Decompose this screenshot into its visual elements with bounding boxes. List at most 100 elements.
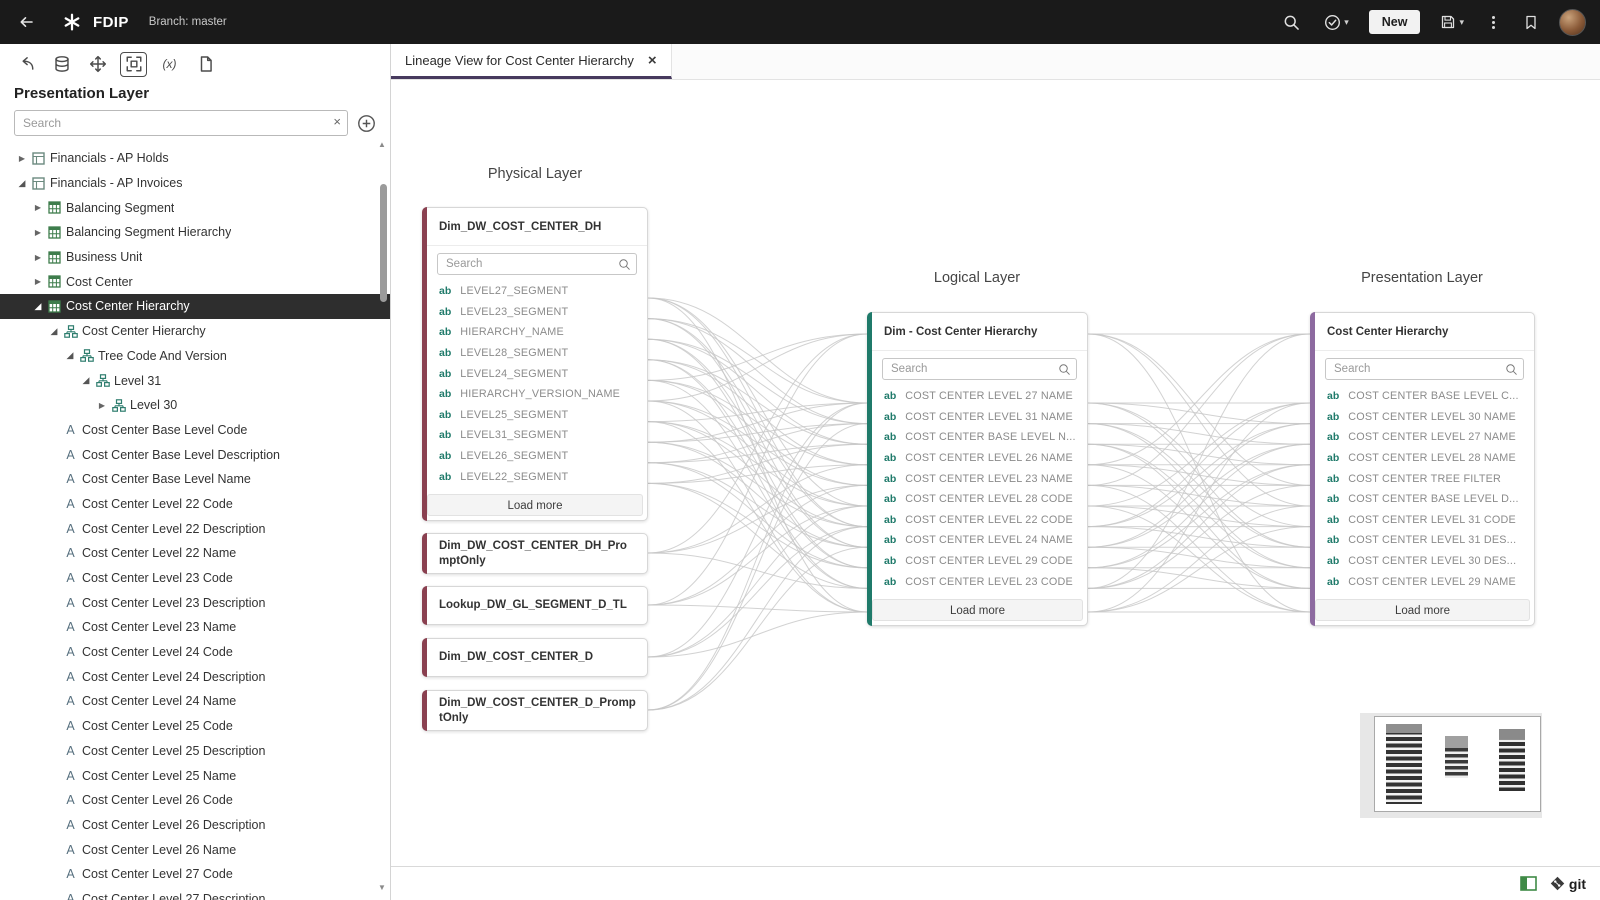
tree-item[interactable]: ACost Center Base Level Name (0, 467, 390, 492)
tree-item[interactable]: ACost Center Level 25 Code (0, 714, 390, 739)
tree-item[interactable]: ◢Financials - AP Invoices (0, 171, 390, 196)
load-more-button[interactable]: Load more (872, 599, 1083, 621)
physical-table-node[interactable]: Dim_DW_COST_CENTER_DH_PromptOnly (422, 533, 648, 574)
expand-arrow-icon[interactable]: ◢ (62, 350, 78, 361)
node-search-input[interactable] (1325, 358, 1524, 380)
physical-table-node[interactable]: Dim_DW_COST_CENTER_DH abLEVEL27_SEGMENTa… (422, 207, 648, 521)
tree-item[interactable]: ▶Level 30 (0, 393, 390, 418)
field-row[interactable]: abLEVEL22_SEGMENT (423, 466, 647, 487)
field-row[interactable]: abHIERARCHY_NAME (423, 322, 647, 343)
tree-item[interactable]: ACost Center Level 26 Name (0, 837, 390, 862)
field-row[interactable]: abCOST CENTER LEVEL 29 CODE (868, 551, 1087, 572)
more-menu-button[interactable] (1484, 12, 1503, 33)
tree-item[interactable]: ◢Tree Code And Version (0, 344, 390, 369)
tree-item[interactable]: ACost Center Level 24 Name (0, 689, 390, 714)
scrollbar-up-icon[interactable]: ▲ (377, 140, 387, 149)
field-row[interactable]: abCOST CENTER LEVEL 28 CODE (868, 489, 1087, 510)
new-button[interactable]: New (1369, 10, 1421, 34)
scrollbar-thumb[interactable] (380, 184, 387, 302)
field-row[interactable]: abLEVEL28_SEGMENT (423, 343, 647, 364)
field-row[interactable]: abCOST CENTER LEVEL 26 NAME (868, 448, 1087, 469)
minimap-viewport[interactable] (1374, 716, 1541, 812)
field-row[interactable]: abLEVEL23_SEGMENT (423, 302, 647, 323)
tree-item[interactable]: ACost Center Level 27 Code (0, 862, 390, 887)
save-button[interactable]: ▾ (1436, 10, 1468, 34)
close-tab-icon[interactable]: × (648, 52, 657, 69)
search-button[interactable] (1279, 10, 1304, 35)
physical-table-node[interactable]: Lookup_DW_GL_SEGMENT_D_TL (422, 586, 648, 625)
field-row[interactable]: abCOST CENTER LEVEL 31 CODE (1311, 510, 1534, 531)
tree-item[interactable]: ◢Cost Center Hierarchy (0, 319, 390, 344)
field-row[interactable]: abCOST CENTER LEVEL 30 DES... (1311, 551, 1534, 572)
expand-arrow-icon[interactable]: ◢ (30, 301, 46, 312)
bookmark-button[interactable] (1519, 10, 1543, 35)
expand-arrow-icon[interactable]: ▶ (30, 277, 46, 286)
validate-button[interactable]: ▾ (1320, 10, 1353, 35)
tree-item[interactable]: ACost Center Level 22 Code (0, 492, 390, 517)
tree-item[interactable]: ▶Balancing Segment Hierarchy (0, 220, 390, 245)
field-row[interactable]: abLEVEL26_SEGMENT (423, 446, 647, 467)
field-row[interactable]: abCOST CENTER LEVEL 22 CODE (868, 510, 1087, 531)
tree-item[interactable]: ACost Center Level 22 Description (0, 516, 390, 541)
load-more-button[interactable]: Load more (427, 494, 643, 516)
physical-table-node[interactable]: Dim_DW_COST_CENTER_D (422, 638, 648, 677)
minimap[interactable] (1360, 713, 1542, 818)
field-row[interactable]: abCOST CENTER LEVEL 31 DES... (1311, 530, 1534, 551)
tree-item[interactable]: ◢Level 31 (0, 368, 390, 393)
field-row[interactable]: abLEVEL27_SEGMENT (423, 281, 647, 302)
node-search-input[interactable] (437, 253, 637, 275)
field-row[interactable]: abCOST CENTER LEVEL 23 CODE (868, 571, 1087, 592)
field-row[interactable]: abCOST CENTER BASE LEVEL D... (1311, 489, 1534, 510)
back-button[interactable] (14, 10, 39, 34)
tree-item[interactable]: ACost Center Level 23 Description (0, 590, 390, 615)
physical-layer-button[interactable] (48, 52, 75, 77)
invalid-files-button[interactable] (192, 52, 219, 77)
node-search-input[interactable] (882, 358, 1077, 380)
lineage-canvas[interactable]: Physical Layer Logical Layer Presentatio… (391, 80, 1600, 866)
field-row[interactable]: abCOST CENTER BASE LEVEL N... (868, 427, 1087, 448)
expand-arrow-icon[interactable]: ▶ (30, 203, 46, 212)
field-row[interactable]: abCOST CENTER LEVEL 23 NAME (868, 468, 1087, 489)
field-row[interactable]: abCOST CENTER LEVEL 27 NAME (868, 386, 1087, 407)
tree-item[interactable]: ACost Center Level 24 Description (0, 664, 390, 689)
tree-item[interactable]: ▶Business Unit (0, 245, 390, 270)
expand-arrow-icon[interactable]: ▶ (30, 228, 46, 237)
tree-item[interactable]: ACost Center Level 25 Description (0, 739, 390, 764)
expand-arrow-icon[interactable]: ▶ (30, 253, 46, 262)
user-avatar[interactable] (1559, 9, 1586, 36)
load-more-button[interactable]: Load more (1315, 599, 1530, 621)
tree-item[interactable]: ▶Cost Center (0, 269, 390, 294)
field-row[interactable]: abCOST CENTER TREE FILTER (1311, 468, 1534, 489)
tree-item[interactable]: ACost Center Base Level Description (0, 442, 390, 467)
logical-table-node[interactable]: Dim - Cost Center Hierarchy abCOST CENTE… (867, 312, 1088, 626)
tree-item[interactable]: ACost Center Level 23 Code (0, 566, 390, 591)
expand-arrow-icon[interactable]: ◢ (14, 178, 30, 189)
field-row[interactable]: abCOST CENTER BASE LEVEL C... (1311, 386, 1534, 407)
expand-arrow-icon[interactable]: ◢ (78, 375, 94, 386)
field-row[interactable]: abCOST CENTER LEVEL 31 NAME (868, 407, 1087, 428)
tree-item[interactable]: ACost Center Level 23 Name (0, 615, 390, 640)
tree-item[interactable]: ACost Center Level 26 Description (0, 813, 390, 838)
field-row[interactable]: abLEVEL25_SEGMENT (423, 405, 647, 426)
tree-item[interactable]: ACost Center Level 25 Name (0, 763, 390, 788)
field-row[interactable]: abCOST CENTER LEVEL 27 NAME (1311, 427, 1534, 448)
sidebar-search-input[interactable] (14, 110, 348, 136)
collapse-panel-button[interactable] (12, 52, 39, 77)
panel-toggle-button[interactable] (1520, 876, 1537, 891)
tree-item[interactable]: ▶Balancing Segment (0, 195, 390, 220)
presentation-layer-button[interactable] (120, 52, 147, 77)
logical-layer-button[interactable] (84, 52, 111, 77)
field-row[interactable]: abCOST CENTER LEVEL 29 NAME (1311, 571, 1534, 592)
field-row[interactable]: abHIERARCHY_VERSION_NAME (423, 384, 647, 405)
git-status[interactable]: git (1550, 876, 1586, 892)
add-button[interactable] (357, 114, 376, 133)
tree-item[interactable]: ACost Center Level 26 Code (0, 788, 390, 813)
physical-table-node[interactable]: Dim_DW_COST_CENTER_D_PromptOnly (422, 690, 648, 731)
expand-arrow-icon[interactable]: ▶ (94, 401, 110, 410)
field-row[interactable]: abCOST CENTER LEVEL 28 NAME (1311, 448, 1534, 469)
node-title[interactable]: Dim_DW_COST_CENTER_DH (423, 208, 647, 246)
tree-item[interactable]: ◢Cost Center Hierarchy (0, 294, 390, 319)
tab-lineage-view[interactable]: Lineage View for Cost Center Hierarchy × (391, 44, 672, 79)
presentation-table-node[interactable]: Cost Center Hierarchy abCOST CENTER BASE… (1310, 312, 1535, 626)
expand-arrow-icon[interactable]: ▶ (14, 154, 30, 163)
